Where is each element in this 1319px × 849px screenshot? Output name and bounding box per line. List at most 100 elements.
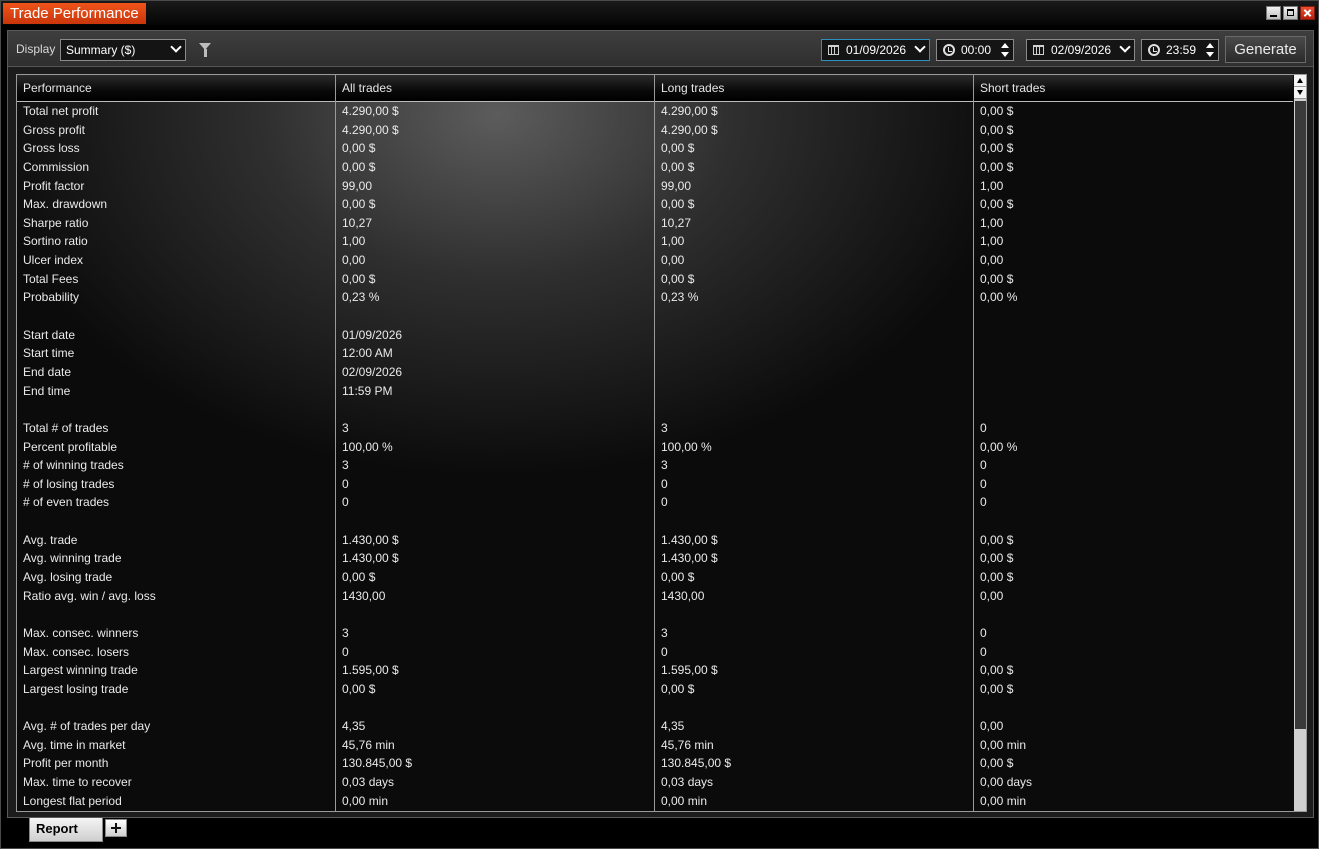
long-trades-value: 0,00 $ — [661, 141, 695, 156]
display-select[interactable]: Summary ($) — [60, 39, 186, 61]
table-row: Longest flat period 0,00 min 0,00 min 0,00 … — [17, 792, 1293, 811]
metric-name: Avg. winning trade — [23, 551, 122, 566]
table-row: Start time 12:00 AM — [17, 344, 1293, 363]
table-row: End time 11:59 PM — [17, 382, 1293, 401]
long-trades-value: 3 — [661, 420, 668, 435]
table-row: Largest winning trade 1.595,00 $ 1.595,00 … — [17, 661, 1293, 680]
maximize-icon[interactable] — [1283, 6, 1298, 20]
all-trades-value: 99,00 — [342, 178, 373, 193]
header-short-trades[interactable]: Short trades — [974, 75, 1045, 102]
scrollbar-thumb[interactable] — [1295, 101, 1306, 729]
header-long-trades[interactable]: Long trades — [655, 75, 724, 102]
metric-name: Total Fees — [23, 271, 79, 286]
short-trades-value: 0,00 $ — [980, 271, 1014, 286]
display-value: Summary ($) — [66, 43, 136, 57]
long-trades-value: 0,00 $ — [661, 197, 695, 212]
end-date-value: 02/09/2026 — [1051, 43, 1112, 57]
short-trades-value: 0,00 % — [980, 439, 1018, 454]
start-time-spinner[interactable]: 00:00 — [936, 39, 1014, 61]
long-trades-value: 0,23 % — [661, 290, 699, 305]
metric-name: Avg. trade — [23, 532, 78, 547]
long-trades-value: 0,00 $ — [661, 271, 695, 286]
table-row: Gross loss 0,00 $ 0,00 $ 0,00 $ — [17, 139, 1293, 158]
metric-name: Start date — [23, 327, 76, 342]
long-trades-value: 10,27 — [661, 215, 692, 230]
long-trades-value: 4.290,00 $ — [661, 122, 718, 137]
table-row: Sharpe ratio 10,27 10,27 1,00 — [17, 214, 1293, 233]
header-all-trades[interactable]: All trades — [336, 75, 392, 102]
long-trades-value: 3 — [661, 458, 668, 473]
metric-name: Ulcer index — [23, 253, 84, 268]
short-trades-value: 0,00 days — [980, 775, 1033, 790]
short-trades-value: 0,00 — [980, 588, 1004, 603]
metric-name: Profit per month — [23, 756, 109, 771]
all-trades-value: 3 — [342, 458, 349, 473]
all-trades-value: 3 — [342, 420, 349, 435]
table-row: End date 02/09/2026 — [17, 363, 1293, 382]
tab-report[interactable]: Report — [29, 818, 103, 842]
long-trades-value: 100,00 % — [661, 439, 712, 454]
long-trades-value: 4.290,00 $ — [661, 104, 718, 118]
all-trades-value: 1.595,00 $ — [342, 663, 399, 678]
long-trades-value: 0,00 min — [661, 793, 708, 808]
short-trades-value: 1,00 — [980, 178, 1004, 193]
metric-name: Avg. # of trades per day — [23, 719, 151, 734]
table-row: Avg. winning trade 1.430,00 $ 1.430,00 $ 0,… — [17, 549, 1293, 568]
metric-name: Percent profitable — [23, 439, 118, 454]
vertical-scrollbar[interactable] — [1294, 75, 1306, 811]
grid-header: Performance All trades Long trades Short… — [17, 75, 1293, 102]
table-row: Total net profit 4.290,00 $ 4.290,00 $ 0,00… — [17, 102, 1293, 121]
short-trades-value: 0,00 $ — [980, 532, 1014, 547]
end-date-picker[interactable]: 02/09/2026 — [1026, 39, 1135, 61]
short-trades-value: 0,00 — [980, 719, 1004, 734]
table-row: Profit factor 99,00 99,00 1,00 — [17, 177, 1293, 196]
title-bar: Trade Performance — [1, 1, 1318, 25]
table-row: Avg. # of trades per day 4,35 4,35 0,00 — [17, 717, 1293, 736]
short-trades-value: 0,00 $ — [980, 681, 1014, 696]
grid-rows: Total net profit 4.290,00 $ 4.290,00 $ 0,00… — [17, 102, 1293, 810]
metric-name: Avg. time in market — [23, 737, 126, 752]
short-trades-value: 0,00 min — [980, 793, 1027, 808]
long-trades-value: 0,00 $ — [661, 570, 695, 585]
start-date-picker[interactable]: 01/09/2026 — [821, 39, 930, 61]
end-time-spinner[interactable]: 23:59 — [1141, 39, 1219, 61]
close-icon[interactable] — [1300, 6, 1315, 20]
minimize-icon[interactable] — [1266, 6, 1281, 20]
spinner-icon[interactable] — [1206, 42, 1214, 58]
all-trades-value: 0,03 days — [342, 775, 395, 790]
table-row: Ulcer index 0,00 0,00 0,00 — [17, 251, 1293, 270]
scroll-up-icon[interactable] — [1294, 75, 1306, 87]
table-row: Probability 0,23 % 0,23 % 0,00 % — [17, 288, 1293, 307]
table-row: Largest losing trade 0,00 $ 0,00 $ 0,00 $ — [17, 680, 1293, 699]
metric-name: Sharpe ratio — [23, 215, 89, 230]
metric-name: End date — [23, 364, 72, 379]
spinner-icon[interactable] — [1001, 42, 1009, 58]
table-row: Start date 01/09/2026 — [17, 326, 1293, 345]
chevron-down-icon — [170, 41, 182, 53]
toolbar: Display Summary ($) 01/09/2026 00:00 02/… — [8, 31, 1313, 67]
long-trades-value: 1430,00 — [661, 588, 705, 603]
metric-name: Profit factor — [23, 178, 85, 193]
all-trades-value: 0,00 $ — [342, 570, 376, 585]
all-trades-value: 0,00 $ — [342, 197, 376, 212]
long-trades-value: 0,00 $ — [661, 159, 695, 174]
short-trades-value: 0 — [980, 644, 987, 659]
filter-icon[interactable] — [199, 43, 212, 57]
all-trades-value: 0,23 % — [342, 290, 380, 305]
long-trades-value: 130.845,00 $ — [661, 756, 732, 771]
long-trades-value: 1.595,00 $ — [661, 663, 718, 678]
table-row: Avg. trade 1.430,00 $ 1.430,00 $ 0,00 $ — [17, 531, 1293, 550]
add-tab-icon[interactable] — [105, 819, 127, 837]
short-trades-value: 0,00 $ — [980, 570, 1014, 585]
generate-button[interactable]: Generate — [1225, 36, 1306, 63]
long-trades-value: 0,00 $ — [661, 681, 695, 696]
chevron-down-icon — [914, 41, 926, 53]
all-trades-value: 0 — [342, 644, 349, 659]
table-row: # of winning trades 3 3 0 — [17, 456, 1293, 475]
header-performance[interactable]: Performance — [17, 75, 92, 102]
table-row: Gross profit 4.290,00 $ 4.290,00 $ 0,00 $ — [17, 121, 1293, 140]
short-trades-value: 0 — [980, 420, 987, 435]
scroll-down-icon[interactable] — [1294, 87, 1306, 99]
all-trades-value: 10,27 — [342, 215, 373, 230]
short-trades-value: 0,00 $ — [980, 104, 1014, 118]
